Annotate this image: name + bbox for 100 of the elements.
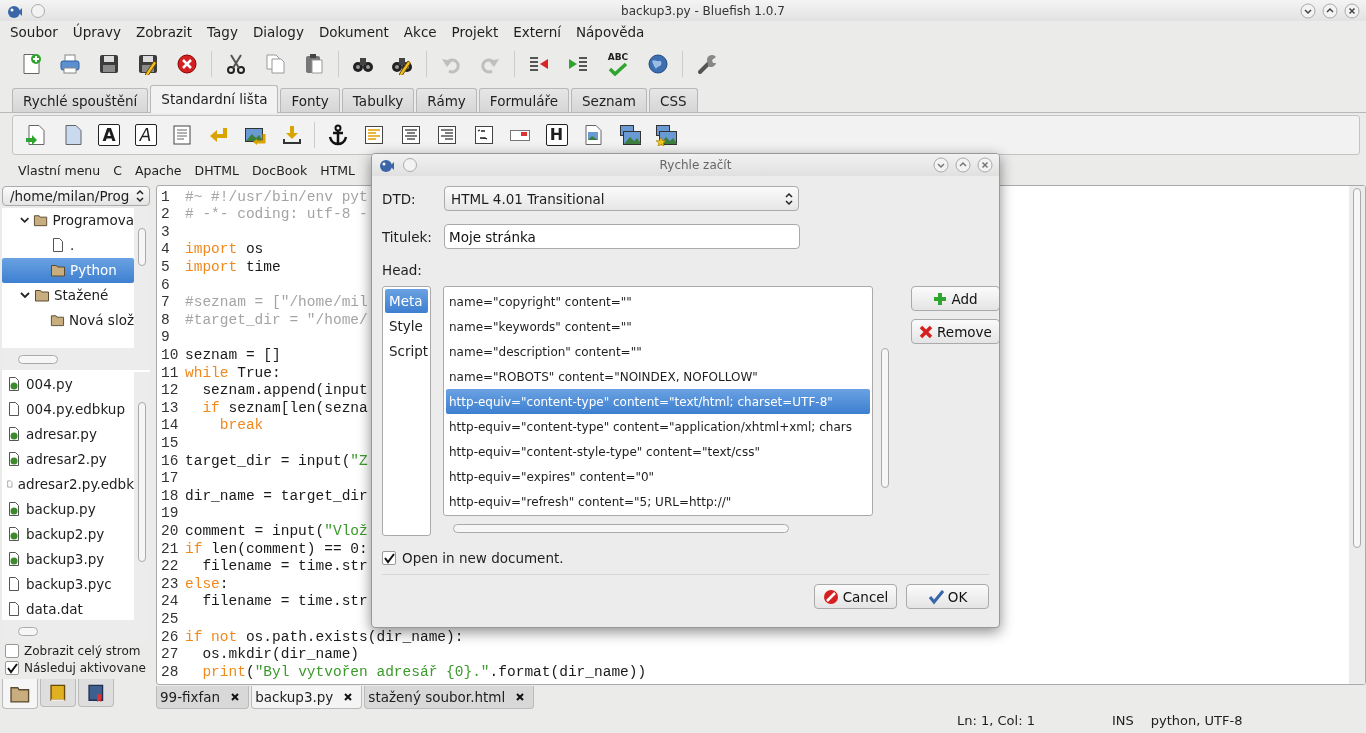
menu-item[interactable]: Apache: [134, 162, 182, 178]
menu-item[interactable]: Zobrazit: [136, 24, 193, 41]
expander-icon[interactable]: [20, 215, 30, 226]
menu-item[interactable]: Dokument: [318, 24, 389, 41]
file-item[interactable]: backup.py: [2, 496, 134, 522]
new-file-icon[interactable]: [20, 53, 42, 76]
tree-item[interactable]: Programova: [2, 207, 134, 233]
maximize-button[interactable]: [955, 157, 971, 173]
document-tab[interactable]: 99-fixfan: [156, 685, 250, 709]
tab[interactable]: Formuláře: [478, 88, 569, 113]
menu-item[interactable]: HTML: [320, 162, 356, 178]
pictures-star-icon[interactable]: [655, 124, 677, 147]
tree-item[interactable]: .: [2, 232, 134, 258]
menu-item[interactable]: Nápověda: [575, 24, 645, 41]
globe-icon[interactable]: [647, 53, 669, 76]
bold-button[interactable]: A: [98, 124, 120, 147]
save-icon[interactable]: [98, 53, 120, 76]
list-item[interactable]: name="description" content="": [446, 339, 870, 364]
menu-item[interactable]: Dialogy: [252, 24, 304, 41]
align-center-icon[interactable]: [399, 124, 422, 147]
folder-dropdown[interactable]: /home/milan/Prog: [2, 185, 150, 206]
text-page-icon[interactable]: [171, 124, 193, 147]
menu-item[interactable]: Externí: [513, 24, 561, 41]
document-tab[interactable]: stažený soubor.html: [364, 685, 535, 709]
expander-icon[interactable]: [20, 290, 30, 301]
picture-page-icon[interactable]: [582, 124, 604, 147]
panel-tab[interactable]: [40, 678, 76, 707]
menu-item[interactable]: DHTML: [194, 162, 239, 178]
file-item[interactable]: backup3.pyc: [2, 571, 134, 597]
menu-item[interactable]: Úpravy: [72, 24, 122, 41]
comment-icon[interactable]: [472, 124, 495, 147]
tab[interactable]: Rychlé spouštění: [12, 88, 149, 113]
cancel-button[interactable]: Cancel: [814, 584, 897, 609]
close-icon[interactable]: [515, 691, 526, 702]
file-item[interactable]: 004.py.edbkup: [2, 396, 134, 422]
download-icon[interactable]: [280, 124, 303, 147]
add-button[interactable]: Add: [911, 286, 999, 311]
maximize-button[interactable]: [1322, 2, 1338, 19]
menu-item[interactable]: DocBook: [252, 162, 308, 178]
file-item[interactable]: adresar2.py.edbk: [2, 471, 134, 497]
minimize-button[interactable]: [933, 157, 949, 173]
close-icon[interactable]: [176, 53, 198, 76]
page-arrow-icon[interactable]: [25, 124, 47, 147]
tab[interactable]: Seznam: [571, 88, 647, 113]
minimize-button[interactable]: [1300, 2, 1316, 19]
close-icon[interactable]: [230, 691, 241, 702]
tab[interactable]: Rámy: [416, 88, 477, 113]
spellcheck-button[interactable]: ABC: [606, 52, 630, 76]
list-item[interactable]: http-equiv="content-type" content="application/xhtml+xml; chars: [446, 414, 870, 439]
menu-item[interactable]: Vlastní menu: [18, 162, 101, 178]
file-item[interactable]: backup3.py: [2, 546, 134, 572]
panel-tab[interactable]: [78, 678, 114, 707]
align-left-icon[interactable]: [363, 124, 385, 147]
cut-icon[interactable]: [225, 53, 247, 76]
file-item[interactable]: adresar2.py: [2, 446, 134, 472]
menu-item[interactable]: Soubor: [10, 24, 58, 41]
list-item[interactable]: name="ROBOTS" content="NOINDEX, NOFOLLOW": [446, 364, 870, 389]
pictures-icon[interactable]: [618, 124, 641, 147]
checkbox[interactable]: [382, 551, 396, 565]
panel-tab[interactable]: [2, 678, 38, 709]
fish-logo-icon[interactable]: [378, 157, 394, 173]
file-item[interactable]: 004.py: [2, 371, 134, 397]
close-button[interactable]: [977, 157, 993, 173]
list-item[interactable]: http-equiv="refresh" content="5; URL=http://": [446, 489, 870, 514]
close-button[interactable]: [1344, 2, 1360, 19]
tab[interactable]: Fonty: [280, 88, 340, 113]
checkbox[interactable]: [5, 661, 19, 675]
menu-item[interactable]: C: [113, 162, 122, 178]
file-item[interactable]: data.dat: [2, 596, 134, 620]
tab[interactable]: CSS: [648, 88, 698, 113]
list-item[interactable]: Script: [385, 339, 428, 363]
list-item[interactable]: http-equiv="content-style-type" content="text/css": [446, 439, 870, 464]
list-item[interactable]: http-equiv="expires" content="0": [446, 464, 870, 489]
align-right-icon[interactable]: [436, 124, 458, 147]
tree-item[interactable]: Nová slož: [2, 307, 134, 333]
tab[interactable]: Standardní lišta: [150, 85, 279, 114]
document-tab[interactable]: backup3.py: [251, 685, 363, 709]
anchor-icon[interactable]: [326, 124, 349, 147]
menu-item[interactable]: Tagy: [207, 24, 238, 41]
ok-button[interactable]: OK: [906, 584, 989, 609]
list-item[interactable]: name="keywords" content="": [446, 314, 870, 339]
paste-icon[interactable]: [303, 53, 325, 76]
dtd-dropdown[interactable]: HTML 4.01 Transitional: [444, 186, 799, 211]
save-as-icon[interactable]: [137, 53, 159, 76]
file-item[interactable]: backup2.py: [2, 521, 134, 547]
tab[interactable]: Tabulky: [341, 88, 415, 113]
title-field[interactable]: Moje stránka: [444, 224, 800, 249]
list-item[interactable]: Style: [385, 314, 428, 338]
checkbox[interactable]: [5, 643, 19, 658]
file-item[interactable]: adresar.py: [2, 421, 134, 447]
heading-button[interactable]: H: [545, 124, 568, 147]
list-item[interactable]: name="copyright" content="": [446, 289, 870, 314]
wrench-icon[interactable]: [696, 53, 718, 76]
remove-button[interactable]: Remove: [911, 319, 999, 344]
close-icon[interactable]: [343, 691, 354, 702]
tree-item[interactable]: Stažené: [2, 282, 134, 308]
italic-button[interactable]: A: [134, 124, 157, 147]
print-icon[interactable]: [59, 53, 81, 76]
menu-item[interactable]: Akce: [403, 24, 437, 41]
menu-item[interactable]: Projekt: [451, 24, 499, 41]
